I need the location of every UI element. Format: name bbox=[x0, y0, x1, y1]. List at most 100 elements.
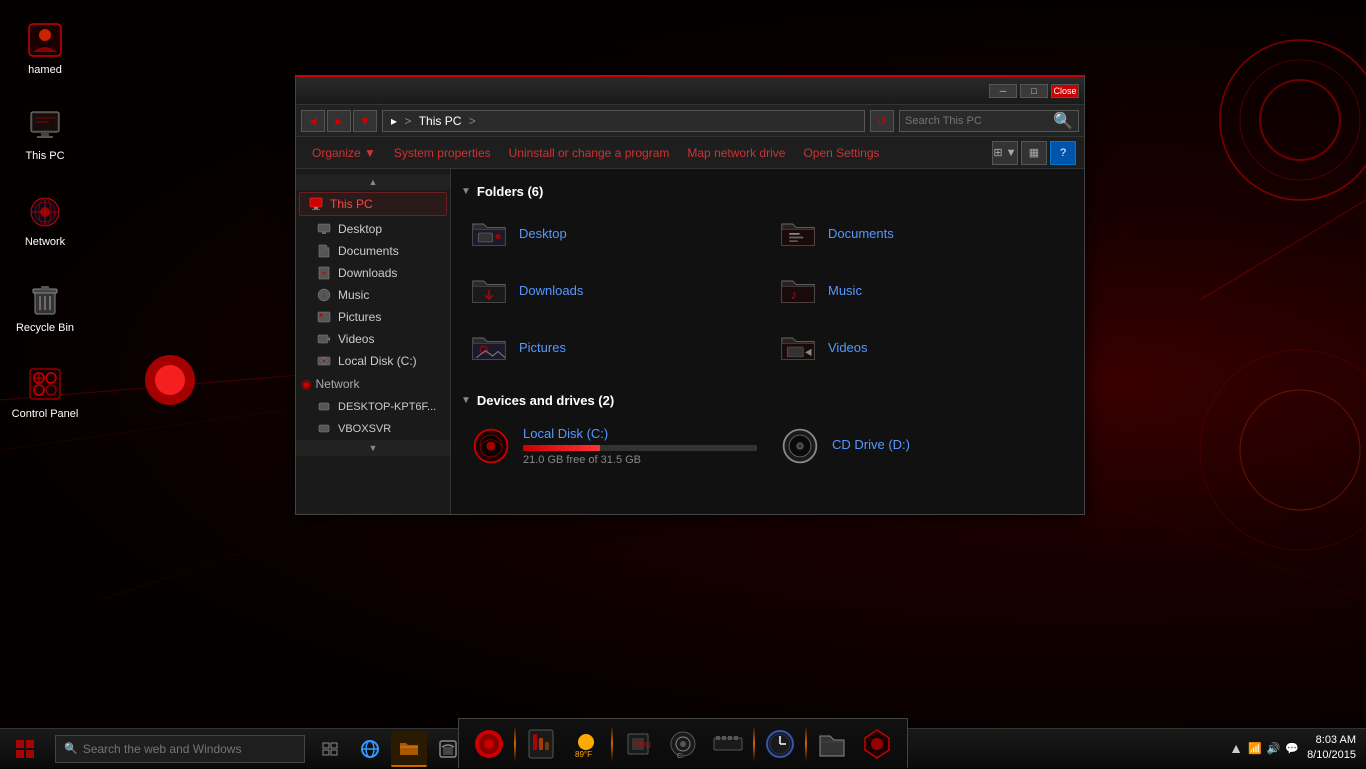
address-field[interactable]: ▸ > This PC > bbox=[382, 110, 865, 132]
help-button[interactable]: ? bbox=[1050, 141, 1076, 165]
sidebar-item-videos[interactable]: Videos bbox=[296, 328, 450, 350]
drives-section-header[interactable]: ▼ Devices and drives (2) bbox=[461, 388, 1074, 416]
ie-button[interactable] bbox=[352, 731, 388, 767]
folder-item-videos[interactable]: Videos bbox=[770, 321, 1074, 373]
system-properties-button[interactable]: System properties bbox=[386, 141, 499, 165]
dock-files[interactable] bbox=[812, 724, 852, 764]
sidebar-item-vboxsvr[interactable]: VBOXSVR bbox=[296, 418, 450, 440]
taskbar-search[interactable]: 🔍 bbox=[55, 735, 305, 763]
dock-ram[interactable] bbox=[708, 724, 748, 764]
tray-clock[interactable]: 8:03 AM 8/10/2015 bbox=[1307, 733, 1356, 764]
refresh-button[interactable]: ↺ bbox=[870, 110, 894, 132]
folder-item-documents[interactable]: Documents bbox=[770, 207, 1074, 259]
desktop-sidebar-icon bbox=[316, 221, 332, 237]
back-button[interactable]: ◄ bbox=[301, 110, 325, 132]
dock-drive-c[interactable]: C: bbox=[663, 724, 703, 764]
tray-network-icon[interactable]: 📶 bbox=[1248, 742, 1262, 755]
tray-message-icon[interactable]: 💬 bbox=[1285, 742, 1299, 755]
folders-section-header[interactable]: ▼ Folders (6) bbox=[461, 179, 1074, 207]
taskbar-quick-items bbox=[313, 731, 466, 767]
desktop-icon-hamed[interactable]: hamed bbox=[5, 15, 85, 81]
sidebar-item-documents[interactable]: Documents bbox=[296, 240, 450, 262]
taskbar-search-input[interactable] bbox=[83, 742, 296, 756]
folder-item-pictures[interactable]: Pictures bbox=[461, 321, 765, 373]
sidebar-item-desktop[interactable]: Desktop bbox=[296, 218, 450, 240]
desktop-icon-control-panel[interactable]: Control Panel bbox=[5, 359, 85, 425]
dock-temp[interactable] bbox=[521, 724, 561, 764]
pictures-sidebar-icon bbox=[316, 309, 332, 325]
dock-clock[interactable] bbox=[760, 724, 800, 764]
dock-cpu[interactable]: CPU bbox=[618, 724, 658, 764]
file-explorer-button[interactable] bbox=[391, 731, 427, 767]
folder-item-desktop[interactable]: Desktop bbox=[461, 207, 765, 259]
view-options-button[interactable]: ⊞ ▼ bbox=[992, 141, 1018, 165]
folder-item-downloads[interactable]: Downloads bbox=[461, 264, 765, 316]
dock-alienware2[interactable] bbox=[857, 724, 897, 764]
folders-arrow: ▼ bbox=[461, 186, 471, 197]
control-panel-label: Control Panel bbox=[12, 408, 79, 420]
dock-separator-4 bbox=[805, 726, 807, 761]
map-network-button[interactable]: Map network drive bbox=[679, 141, 793, 165]
desktop-icon-network[interactable]: Network bbox=[5, 187, 85, 253]
desktop-icons: hamed This PC Netw bbox=[0, 0, 90, 440]
open-settings-button[interactable]: Open Settings bbox=[795, 141, 887, 165]
sidebar-group-network[interactable]: ◉ Network bbox=[296, 372, 450, 396]
folder-music-icon: ♪ bbox=[778, 270, 818, 310]
explorer-window: ─ □ Close ◄ ► ▼ ▸ > This PC > ↺ 🔍 Organi… bbox=[295, 75, 1085, 515]
desktop-icon-this-pc[interactable]: This PC bbox=[5, 101, 85, 167]
folder-documents-name: Documents bbox=[828, 226, 894, 241]
sidebar-scroll-up[interactable]: ▲ bbox=[296, 174, 450, 190]
this-pc-label: This PC bbox=[25, 150, 64, 162]
organize-button[interactable]: Organize ▼ bbox=[304, 141, 384, 165]
sidebar-item-downloads[interactable]: Downloads bbox=[296, 262, 450, 284]
dropdown-button[interactable]: ▼ bbox=[353, 110, 377, 132]
nav-buttons: ◄ ► ▼ bbox=[301, 110, 377, 132]
drive-d-icon bbox=[778, 424, 822, 468]
drive-item-d[interactable]: CD Drive (D:) bbox=[770, 416, 1074, 476]
sidebar-item-desktop-kpt6f[interactable]: DESKTOP-KPT6F... bbox=[296, 396, 450, 418]
address-bar: ◄ ► ▼ ▸ > This PC > ↺ 🔍 bbox=[296, 105, 1084, 137]
tray-icons: ▲ 📶 🔊 💬 bbox=[1229, 740, 1299, 756]
drive-c-icon bbox=[469, 424, 513, 468]
folder-item-music[interactable]: ♪ Music bbox=[770, 264, 1074, 316]
window-titlebar: ─ □ Close bbox=[296, 77, 1084, 105]
clock-time: 8:03 AM bbox=[1307, 733, 1356, 748]
drives-grid: Local Disk (C:) 21.0 GB free of 31.5 GB bbox=[461, 416, 1074, 476]
desktop-icon-recycle-bin[interactable]: Recycle Bin bbox=[5, 273, 85, 339]
svg-text:CPU: CPU bbox=[634, 741, 651, 750]
preview-button[interactable]: ▦ bbox=[1021, 141, 1047, 165]
drive-item-c[interactable]: Local Disk (C:) 21.0 GB free of 31.5 GB bbox=[461, 416, 765, 476]
drive-c-name: Local Disk (C:) bbox=[523, 426, 757, 441]
maximize-button[interactable]: □ bbox=[1020, 84, 1048, 98]
sidebar-item-local-disk[interactable]: Local Disk (C:) bbox=[296, 350, 450, 372]
close-button[interactable]: Close bbox=[1051, 84, 1079, 98]
dock-alienware[interactable] bbox=[469, 724, 509, 764]
minimize-button[interactable]: ─ bbox=[989, 84, 1017, 98]
search-input[interactable] bbox=[905, 115, 1053, 127]
sidebar-scroll-down[interactable]: ▼ bbox=[296, 440, 450, 456]
control-panel-icon bbox=[25, 364, 65, 404]
dock-weather[interactable]: 89°F bbox=[566, 724, 606, 764]
taskbar-dock: 89°F CPU C: bbox=[458, 718, 908, 768]
drive-c-bar-container bbox=[523, 445, 757, 451]
tray-volume-icon[interactable]: 🔊 bbox=[1267, 742, 1281, 755]
folders-grid: Desktop Documents bbox=[461, 207, 1074, 373]
forward-button[interactable]: ► bbox=[327, 110, 351, 132]
folder-pictures-icon bbox=[469, 327, 509, 367]
search-box[interactable]: 🔍 bbox=[899, 110, 1079, 132]
folder-documents-icon bbox=[778, 213, 818, 253]
sidebar-item-music[interactable]: ♪ Music bbox=[296, 284, 450, 306]
tray-arrow-icon[interactable]: ▲ bbox=[1229, 740, 1243, 756]
task-view-button[interactable] bbox=[313, 731, 349, 767]
uninstall-button[interactable]: Uninstall or change a program bbox=[501, 141, 678, 165]
taskbar-search-icon: 🔍 bbox=[64, 742, 78, 755]
start-button[interactable] bbox=[0, 729, 50, 769]
sidebar-item-pictures[interactable]: Pictures bbox=[296, 306, 450, 328]
network-icon bbox=[25, 192, 65, 232]
drive-c-info: Local Disk (C:) 21.0 GB free of 31.5 GB bbox=[523, 426, 757, 466]
sidebar-item-this-pc[interactable]: This PC bbox=[299, 192, 447, 216]
dock-separator-2 bbox=[611, 726, 613, 761]
windows-icon bbox=[15, 739, 35, 759]
hamed-icon bbox=[25, 20, 65, 60]
folder-music-name: Music bbox=[828, 283, 862, 298]
